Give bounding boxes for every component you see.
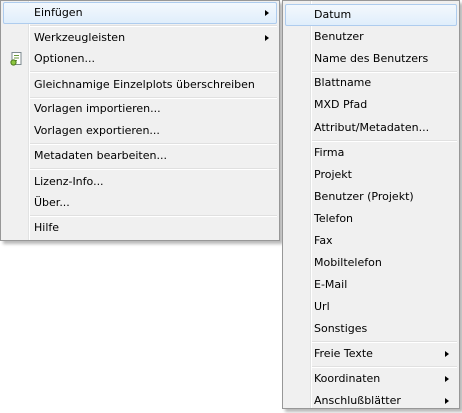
menu-item-label: Werkzeugleisten [34,31,126,44]
submenu-item-koordinaten[interactable]: Koordinaten [285,368,457,390]
menu-item-lizenz-info[interactable]: Lizenz-Info... [3,171,277,193]
menu-item-label: Anschlußblätter [314,394,401,407]
menu-item-label: Sonstiges [314,322,368,335]
menu-item-label: Datum [314,8,352,21]
menu-item-vorlagen-importieren[interactable]: Vorlagen importieren... [3,98,277,120]
menu-item-hilfe[interactable]: Hilfe [3,217,277,239]
submenu-arrow-icon [265,35,269,41]
menu-item-label: Benutzer (Projekt) [314,190,414,203]
submenu-item-mobiltelefon[interactable]: Mobiltelefon [285,252,457,274]
menu-item-werkzeugleisten[interactable]: Werkzeugleisten [3,27,277,49]
menu-item-metadaten-bearbeiten[interactable]: Metadaten bearbeiten... [3,145,277,167]
menu-item-label: Gleichnamige Einzelplots überschreiben [34,78,255,91]
menu-item-label: Hilfe [34,221,60,234]
submenu-arrow-icon [445,351,449,357]
menu-item-label: Lizenz-Info... [34,175,104,188]
menu-item-label: Projekt [314,168,352,181]
menu-item-label: Url [314,300,330,313]
menu-item-label: Fax [314,234,333,247]
menu-item-label: Freie Texte [314,347,373,360]
menu-item-label: Attribut/Metadaten... [314,121,430,134]
menu-item-label: Metadaten bearbeiten... [34,149,167,162]
submenu-arrow-icon [445,376,449,382]
submenu-item-mxd-pfad[interactable]: MXD Pfad [285,94,457,116]
submenu-item-projekt[interactable]: Projekt [285,164,457,186]
submenu-item-url[interactable]: Url [285,296,457,318]
submenu-item-fax[interactable]: Fax [285,230,457,252]
menu-item-label: Name des Benutzers [314,52,429,65]
submenu-arrow-icon [445,398,449,404]
options-icon [10,52,22,66]
submenu-item-sonstiges[interactable]: Sonstiges [285,318,457,340]
menu-item-label: Telefon [314,212,354,225]
submenu-item-anschlussblaetter[interactable]: Anschlußblätter [285,390,457,412]
submenu-item-name-des-benutzers[interactable]: Name des Benutzers [285,48,457,70]
submenu-item-freie-texte[interactable]: Freie Texte [285,343,457,365]
submenu-item-benutzer[interactable]: Benutzer [285,26,457,48]
menu-separator [30,168,277,170]
menu-item-label: Vorlagen exportieren... [34,124,160,137]
menu-separator [30,71,277,73]
einfuegen-submenu: Datum Benutzer Name des Benutzers Blattn… [282,0,460,409]
submenu-item-email[interactable]: E-Mail [285,274,457,296]
submenu-arrow-icon [265,10,269,16]
menu-item-ueber[interactable]: Über... [3,192,277,214]
menu-item-label: Über... [34,196,70,209]
submenu-item-firma[interactable]: Firma [285,142,457,164]
submenu-item-benutzer-projekt[interactable]: Benutzer (Projekt) [285,186,457,208]
menu-item-label: Firma [314,146,345,159]
submenu-item-telefon[interactable]: Telefon [285,208,457,230]
menu-item-label: Vorlagen importieren... [34,102,161,115]
menu-item-optionen[interactable]: Optionen... [3,48,277,70]
submenu-item-attribut-metadaten[interactable]: Attribut/Metadaten... [285,117,457,139]
menu-item-vorlagen-exportieren[interactable]: Vorlagen exportieren... [3,120,277,142]
menu-item-label: Optionen... [34,52,95,65]
menu-item-label: E-Mail [314,278,348,291]
submenu-item-blattname[interactable]: Blattname [285,72,457,94]
menu-item-einfuegen[interactable]: Einfügen [3,2,277,24]
menu-item-label: Blattname [314,76,372,89]
menu-item-label: Mobiltelefon [314,256,382,269]
menu-item-gleichnamige-einzelplots[interactable]: Gleichnamige Einzelplots überschreiben [3,74,277,96]
menu-item-label: Benutzer [314,30,364,43]
menu-item-label: Einfügen [34,6,83,19]
menu-item-label: MXD Pfad [314,98,368,111]
context-menu: Einfügen Werkzeugleisten Optionen... Gle… [0,0,280,241]
menu-item-label: Koordinaten [314,372,381,385]
submenu-item-datum[interactable]: Datum [285,4,457,26]
